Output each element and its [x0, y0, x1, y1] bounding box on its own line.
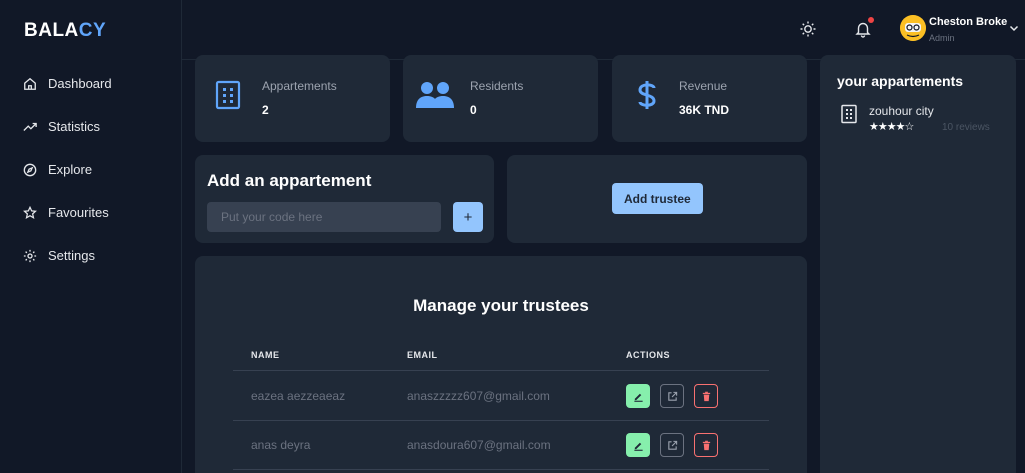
- add-appartement-button[interactable]: +: [453, 202, 483, 232]
- sidebar-item-label: Dashboard: [48, 76, 112, 91]
- avatar-face-icon: [900, 15, 926, 41]
- star-icon: [23, 205, 37, 219]
- stat-value: 36K TND: [679, 103, 730, 117]
- table-divider: [233, 469, 769, 470]
- sidebar-item-label: Statistics: [48, 119, 101, 134]
- home-icon: [24, 77, 36, 90]
- code-input[interactable]: [207, 202, 441, 232]
- trustee-email: anasdoura607@gmail.com: [407, 438, 551, 452]
- add-trustee-card: Add trustee: [507, 155, 807, 243]
- trash-icon: [702, 391, 710, 401]
- brand-prefix: BALA: [24, 20, 79, 41]
- add-appartement-card: Add an appartement +: [195, 155, 494, 243]
- add-trustee-button[interactable]: Add trustee: [612, 183, 703, 214]
- user-name[interactable]: Cheston Broke: [929, 16, 1007, 28]
- avatar[interactable]: [900, 15, 926, 41]
- trustee-name: anas deyra: [251, 438, 311, 452]
- stat-label: Residents: [470, 79, 524, 93]
- stat-value: 2: [262, 103, 269, 117]
- sidebar-item-statistics[interactable]: Statistics: [0, 105, 182, 148]
- building-icon: [215, 80, 241, 110]
- user-role: Admin: [929, 33, 955, 43]
- sidebar-item-dashboard[interactable]: Dashboard: [0, 62, 182, 105]
- edit-button[interactable]: [626, 433, 650, 457]
- compass-icon: [23, 163, 37, 176]
- sun-icon[interactable]: [799, 20, 817, 38]
- brand-accent: CY: [78, 20, 107, 41]
- chevron-down-icon[interactable]: [1009, 23, 1019, 33]
- trustee-name: eazea aezzeaeaz: [251, 389, 346, 403]
- review-count: 10 reviews: [942, 122, 990, 133]
- sidebar-item-label: Settings: [48, 248, 95, 263]
- table-row: eazea aezzeaeaz anaszzzzz607@gmail.com: [233, 371, 769, 421]
- open-link-button[interactable]: [660, 433, 684, 457]
- column-header-actions: ACTIONS: [626, 350, 670, 360]
- column-header-email: EMAIL: [407, 350, 438, 360]
- edit-button[interactable]: [626, 384, 650, 408]
- column-header-name: NAME: [251, 350, 280, 360]
- stat-card-residents: Residents 0: [403, 55, 598, 142]
- stat-label: Revenue: [679, 79, 728, 93]
- add-appartement-title: Add an appartement: [207, 171, 372, 190]
- sidebar-nav: Dashboard Statistics Explore Favourites …: [0, 62, 182, 277]
- delete-button[interactable]: [694, 384, 718, 408]
- appartement-list-item[interactable]: zouhour city ★★★★☆ 10 reviews: [840, 102, 1010, 134]
- external-link-icon: [667, 391, 677, 401]
- sidebar-item-label: Explore: [48, 162, 93, 177]
- sidebar-item-explore[interactable]: Explore: [0, 148, 182, 191]
- stat-label: Appartements: [262, 79, 337, 93]
- open-link-button[interactable]: [660, 384, 684, 408]
- rating-stars: ★★★★☆: [869, 121, 914, 133]
- external-link-icon: [667, 440, 677, 450]
- stat-value: 0: [470, 103, 477, 117]
- edit-icon: [633, 442, 643, 451]
- trustee-email: anaszzzzz607@gmail.com: [407, 389, 550, 403]
- building-icon: [841, 104, 857, 124]
- sidebar-item-label: Favourites: [48, 205, 109, 220]
- sidebar-item-favourites[interactable]: Favourites: [0, 191, 182, 234]
- manage-trustees-card: Manage your trustees NAME EMAIL ACTIONS …: [195, 256, 807, 473]
- brand-logo[interactable]: BALACY: [24, 20, 106, 42]
- trending-up-icon: [23, 122, 37, 131]
- delete-button[interactable]: [694, 433, 718, 457]
- stat-card-appartements: Appartements 2: [195, 55, 390, 142]
- trash-icon: [702, 440, 710, 450]
- dollar-icon: [638, 81, 656, 109]
- your-appartements-panel: your appartements zouhour city ★★★★☆ 10 …: [820, 55, 1016, 473]
- manage-trustees-title: Manage your trustees: [413, 296, 589, 315]
- appartement-name: zouhour city: [869, 104, 934, 118]
- sidebar-item-settings[interactable]: Settings: [0, 234, 182, 277]
- edit-icon: [633, 393, 643, 402]
- notification-badge: [868, 17, 874, 23]
- topbar: Cheston Broke Admin: [182, 0, 1025, 60]
- sidebar: BALACY Dashboard Statistics Explore Favo…: [0, 0, 182, 473]
- users-icon: [416, 82, 454, 108]
- gear-icon: [23, 249, 37, 262]
- your-appartements-title: your appartements: [837, 73, 964, 89]
- stat-card-revenue: Revenue 36K TND: [612, 55, 807, 142]
- table-row: anas deyra anasdoura607@gmail.com: [233, 420, 769, 470]
